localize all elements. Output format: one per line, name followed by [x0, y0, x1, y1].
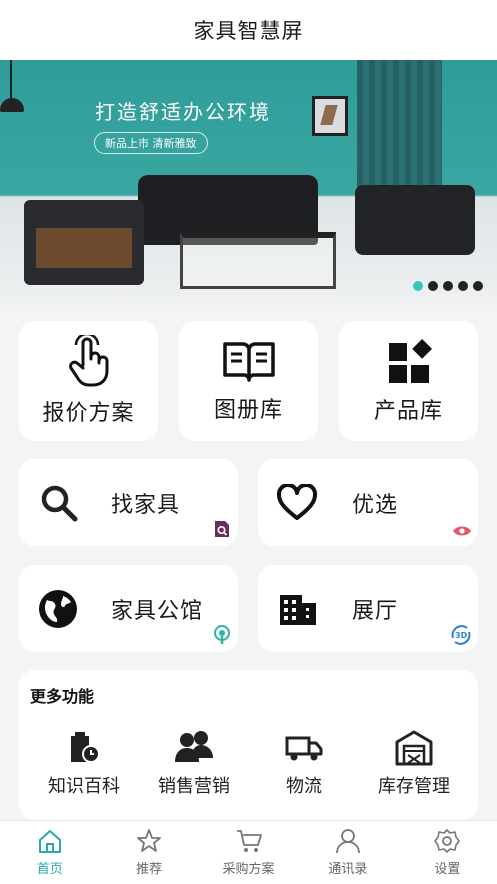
tab-label: 首页	[36, 862, 63, 877]
tab-home[interactable]: 首页	[0, 821, 99, 884]
wall-panel-image	[357, 60, 442, 205]
tile-label: 展厅	[352, 598, 399, 624]
home-icon	[38, 830, 61, 853]
svg-text:3D: 3D	[455, 631, 468, 640]
tile-label: 找家具	[111, 492, 181, 518]
tile-label: 优选	[352, 492, 399, 518]
more-item-sales[interactable]: 销售营销	[139, 728, 249, 798]
banner-tagline: 新品上市 清新雅致	[94, 132, 208, 154]
truck-icon	[285, 736, 323, 761]
lamp-image	[0, 98, 24, 112]
banner-headline: 打造舒适办公环境	[95, 100, 271, 124]
tab-settings[interactable]: 设置	[398, 821, 497, 884]
tile-label: 报价方案	[42, 401, 135, 426]
tab-purchase-plan[interactable]: 采购方案	[199, 821, 298, 884]
knowledge-icon	[71, 732, 100, 763]
open-book-icon	[222, 342, 275, 382]
tile-label: 家具公馆	[111, 598, 204, 624]
star-icon	[137, 829, 162, 852]
more-item-knowledge[interactable]: 知识百科	[29, 728, 139, 798]
building-icon	[280, 594, 316, 625]
carousel-dots[interactable]	[413, 281, 483, 291]
coffee-table-image	[180, 232, 336, 289]
search-doc-badge-icon	[215, 521, 229, 537]
more-item-label: 知识百科	[48, 776, 120, 797]
armchair-right-image	[355, 185, 475, 255]
tile-preferred[interactable]: 优选	[258, 459, 478, 546]
tile-find-furniture[interactable]: 找家具	[19, 459, 238, 546]
more-item-inventory[interactable]: 库存管理	[359, 728, 469, 798]
team-icon	[175, 731, 213, 762]
3d-badge-icon: 3D	[451, 625, 471, 645]
carousel-dot[interactable]	[473, 281, 483, 291]
cart-icon	[236, 830, 262, 852]
gear-icon	[434, 829, 461, 853]
wall-frame-image	[312, 96, 348, 136]
eye-badge-icon	[453, 526, 471, 536]
tile-products[interactable]: 产品库	[339, 321, 478, 441]
person-icon	[336, 829, 360, 854]
carousel-dot[interactable]	[443, 281, 453, 291]
tab-label: 设置	[434, 862, 461, 877]
tab-contacts[interactable]: 通讯录	[298, 821, 397, 884]
carousel-dot[interactable]	[428, 281, 438, 291]
tile-showroom[interactable]: 展厅 3D	[258, 565, 478, 652]
more-item-label: 库存管理	[378, 776, 450, 797]
more-item-logistics[interactable]: 物流	[249, 728, 359, 798]
tab-label: 推荐	[136, 862, 163, 877]
promo-banner[interactable]: 打造舒适办公环境 新品上市 清新雅致	[0, 60, 497, 305]
warehouse-icon	[395, 730, 433, 766]
search-icon	[41, 485, 78, 521]
tile-label: 图册库	[213, 398, 283, 423]
globe-icon	[39, 589, 77, 628]
tab-recommend[interactable]: 推荐	[99, 821, 198, 884]
more-functions-title: 更多功能	[30, 687, 95, 706]
title-bar: 家具智慧屏	[0, 0, 497, 60]
more-item-label: 物流	[286, 776, 322, 797]
more-item-label: 销售营销	[158, 776, 230, 797]
grid-apps-icon	[388, 338, 432, 383]
hand-pointer-icon	[68, 335, 108, 387]
heart-icon	[276, 483, 318, 520]
tile-quotation[interactable]: 报价方案	[19, 321, 158, 441]
tab-label: 通讯录	[328, 862, 368, 877]
lamp-cord	[10, 60, 12, 100]
location-badge-icon	[214, 625, 230, 644]
bottom-tab-bar: 首页 推荐 采购方案 通讯录 设置	[0, 820, 497, 884]
carousel-dot[interactable]	[413, 281, 423, 291]
tile-label: 产品库	[373, 399, 443, 424]
armchair-left-image	[24, 200, 144, 285]
tile-catalog[interactable]: 图册库	[179, 321, 318, 441]
tab-label: 采购方案	[222, 862, 275, 877]
carousel-dot[interactable]	[458, 281, 468, 291]
tile-furniture-hall[interactable]: 家具公馆	[19, 565, 238, 652]
page-title: 家具智慧屏	[193, 19, 304, 43]
